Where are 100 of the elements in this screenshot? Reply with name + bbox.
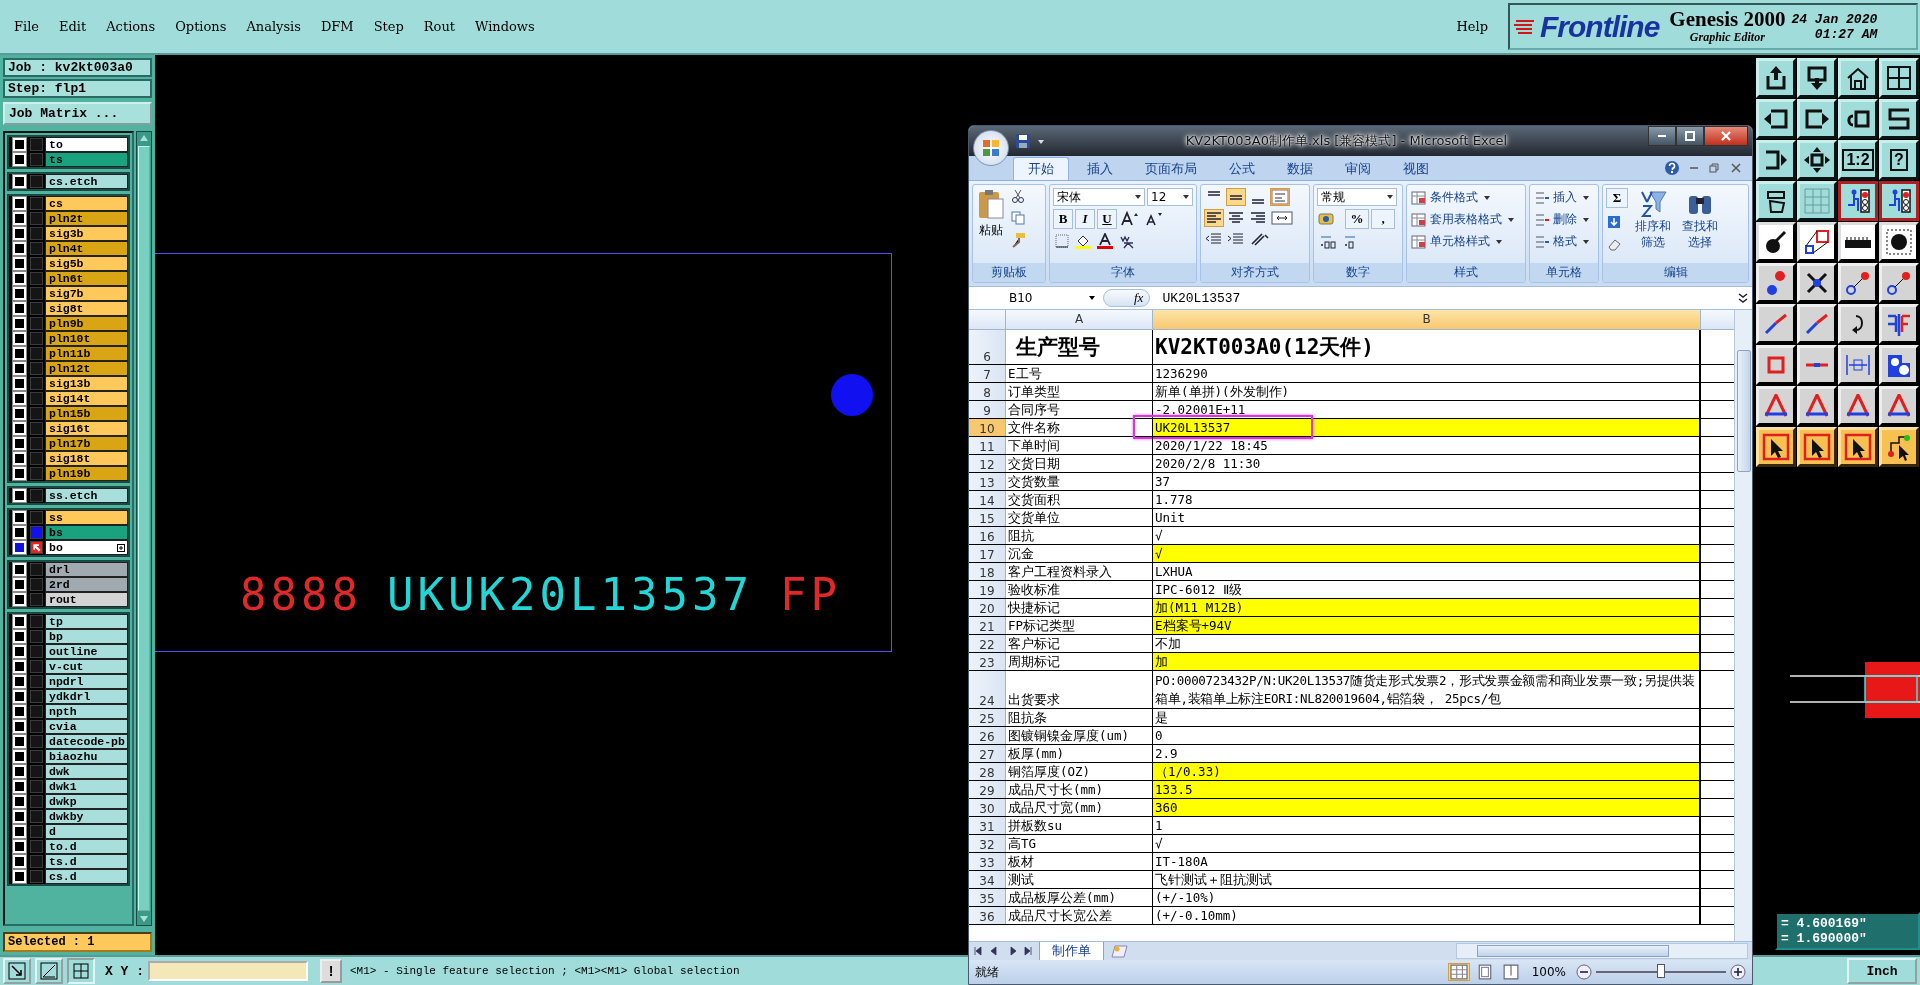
layer-checkbox[interactable] <box>12 437 26 450</box>
row-header[interactable]: 7 <box>969 365 1006 382</box>
layer-name[interactable]: pln11b <box>45 346 128 361</box>
format-button[interactable]: B <box>1053 209 1073 229</box>
row-header[interactable]: 24 <box>969 671 1006 708</box>
row-header[interactable]: 13 <box>969 473 1006 490</box>
layer-checkbox[interactable] <box>12 302 26 315</box>
layer-name[interactable]: 2rd <box>45 577 128 592</box>
ribbon-tab[interactable]: 页面布局 <box>1131 158 1211 180</box>
row-header[interactable]: 11 <box>969 437 1006 454</box>
cell-menu-button[interactable]: 格式 <box>1533 232 1595 251</box>
layer-name[interactable]: dwkp <box>45 794 128 809</box>
ribbon-tab[interactable]: 审阅 <box>1331 158 1385 180</box>
layer-name[interactable]: to <box>45 137 128 152</box>
wrap-text-icon[interactable] <box>1270 188 1290 206</box>
zoom-level[interactable]: 100% <box>1531 965 1566 979</box>
paste-button[interactable]: 粘贴 <box>976 188 1006 260</box>
layer-name[interactable]: biaozhu <box>45 749 128 764</box>
layer-name[interactable]: bo <box>45 540 128 555</box>
layer-state-marker[interactable] <box>30 197 43 210</box>
layer-checkbox[interactable] <box>12 593 26 606</box>
dropdown-icon[interactable] <box>1037 137 1045 145</box>
font-size-field[interactable]: 12 <box>1147 188 1193 206</box>
layer-name[interactable]: outline <box>45 644 128 659</box>
layer-state-marker[interactable] <box>30 765 43 778</box>
layer-state-marker[interactable] <box>30 526 43 539</box>
layer-checkbox[interactable] <box>12 840 26 853</box>
row-header[interactable]: 25 <box>969 709 1006 726</box>
layer-state-marker[interactable] <box>30 467 43 480</box>
close-icon[interactable] <box>1730 162 1742 174</box>
layer-checkbox[interactable] <box>12 317 26 330</box>
layer-name[interactable]: to.d <box>45 839 128 854</box>
layer-checkbox[interactable] <box>12 272 26 285</box>
row-header[interactable]: 31 <box>969 817 1006 834</box>
cell-menu-button[interactable]: 插入 <box>1533 188 1595 207</box>
layer-name[interactable]: sig16t <box>45 421 128 436</box>
layer-name[interactable]: datecode-pb <box>45 734 128 749</box>
format-button[interactable]: U <box>1097 209 1117 229</box>
layer-name[interactable]: cvia <box>45 719 128 734</box>
layer-name[interactable]: cs.d <box>45 869 128 884</box>
layer-name[interactable]: ts.d <box>45 854 128 869</box>
layer-name[interactable]: pln10t <box>45 331 128 346</box>
row-header[interactable]: 36 <box>969 907 1006 924</box>
font-name-field[interactable]: 宋体 <box>1053 188 1145 206</box>
vertical-align-icon[interactable] <box>1226 188 1246 206</box>
layer-state-marker[interactable] <box>30 615 43 628</box>
row-header[interactable]: 30 <box>969 799 1006 816</box>
find-select-button[interactable]: 查找和选择 <box>1678 188 1721 260</box>
layer-state-marker[interactable] <box>30 563 43 576</box>
minimize-button[interactable] <box>1648 126 1676 146</box>
ribbon-tab[interactable]: 视图 <box>1389 158 1443 180</box>
layer-name[interactable]: sig18t <box>45 451 128 466</box>
row-header[interactable]: 34 <box>969 871 1006 888</box>
menu-item[interactable]: Analysis <box>246 19 301 34</box>
layer-state-marker[interactable] <box>30 645 43 658</box>
layer-checkbox[interactable] <box>12 630 26 643</box>
function-button[interactable]: fx <box>1103 289 1151 307</box>
layer-name[interactable]: pln17b <box>45 436 128 451</box>
fill-down-icon[interactable] <box>1606 214 1622 230</box>
layer-state-marker[interactable] <box>30 705 43 718</box>
comma-button[interactable]: , <box>1371 209 1395 229</box>
toolbar-button[interactable]: 1:2 <box>1838 140 1878 180</box>
grow-font-icon[interactable] <box>1119 210 1141 228</box>
number-format-field[interactable]: 常规 <box>1317 188 1397 206</box>
row-header[interactable]: 23 <box>969 653 1006 670</box>
row-header[interactable]: 22 <box>969 635 1006 652</box>
layer-name[interactable]: ydkdrl <box>45 689 128 704</box>
layer-name[interactable]: pln12t <box>45 361 128 376</box>
row-header[interactable]: 14 <box>969 491 1006 508</box>
layer-name[interactable]: cs <box>45 196 128 211</box>
layer-name[interactable]: npth <box>45 704 128 719</box>
shrink-font-icon[interactable] <box>1143 210 1165 228</box>
job-matrix-button[interactable]: Job Matrix ... <box>3 102 152 125</box>
row-header[interactable]: 6 <box>969 330 1006 364</box>
horizontal-align-icon[interactable] <box>1204 209 1224 227</box>
layer-state-marker[interactable] <box>30 437 43 450</box>
layer-checkbox[interactable] <box>12 645 26 658</box>
layer-state-marker[interactable] <box>30 175 43 188</box>
row-header[interactable]: 29 <box>969 781 1006 798</box>
layer-name[interactable]: v-cut <box>45 659 128 674</box>
layer-checkbox[interactable] <box>12 578 26 591</box>
help-menu[interactable]: Help <box>1456 19 1488 34</box>
layer-checkbox[interactable] <box>12 212 26 225</box>
layer-state-marker[interactable] <box>30 675 43 688</box>
layer-checkbox[interactable] <box>12 675 26 688</box>
menu-item[interactable]: Step <box>373 19 404 34</box>
layer-checkbox[interactable] <box>12 511 26 524</box>
layer-checkbox[interactable] <box>12 489 26 502</box>
layer-state-marker[interactable] <box>30 795 43 808</box>
format-button[interactable]: I <box>1075 209 1095 229</box>
layer-checkbox[interactable] <box>12 750 26 763</box>
layer-state-marker[interactable] <box>30 153 43 166</box>
row-header[interactable]: 15 <box>969 509 1006 526</box>
horizontal-scrollbar[interactable] <box>1456 943 1748 959</box>
layer-state-marker[interactable] <box>30 347 43 360</box>
scissors-icon[interactable] <box>1010 188 1026 204</box>
layer-state-marker[interactable] <box>30 138 43 151</box>
layer-state-marker[interactable] <box>30 377 43 390</box>
row-header[interactable]: 32 <box>969 835 1006 852</box>
layer-state-marker[interactable] <box>30 452 43 465</box>
